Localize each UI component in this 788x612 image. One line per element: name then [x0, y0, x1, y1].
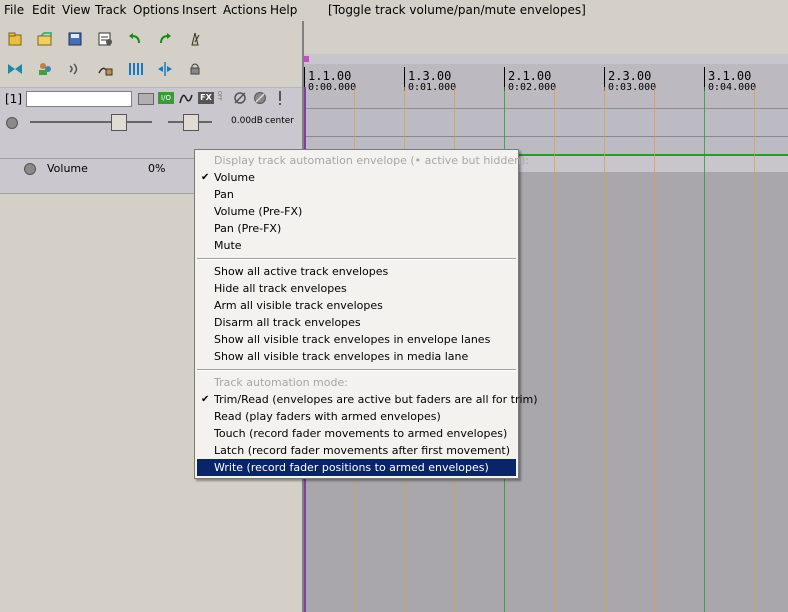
envelope-value: 0%: [148, 162, 166, 175]
grid-line: [704, 87, 705, 612]
menu-item-mute[interactable]: Mute: [197, 237, 516, 254]
time-label: 0:00.000: [308, 82, 357, 93]
record-arm-button[interactable]: [6, 117, 18, 129]
menu-separator: [197, 258, 516, 260]
toolbar-extension: [304, 21, 788, 54]
bar-label: 2.3.00: [608, 69, 652, 83]
volume-slider[interactable]: [30, 121, 152, 123]
menu-insert[interactable]: Insert: [182, 3, 216, 17]
metronome-icon[interactable]: [185, 29, 205, 49]
envelope-button[interactable]: [178, 91, 194, 105]
action-status-text: [Toggle track volume/pan/mute envelopes]: [328, 3, 586, 17]
phase-icon[interactable]: [233, 91, 247, 105]
menu-track[interactable]: Track: [95, 3, 126, 17]
time-label: 0:01.000: [408, 82, 457, 93]
menu-item-hide-all[interactable]: Hide all track envelopes: [197, 280, 516, 297]
fx-button[interactable]: FX: [198, 92, 214, 104]
menu-item-show-in-lanes[interactable]: Show all visible track envelopes in enve…: [197, 331, 516, 348]
track-name-field[interactable]: [26, 91, 132, 107]
volume-readout: 0.00dB: [231, 116, 263, 126]
time-label: 0:02.000: [508, 82, 557, 93]
bar-label: 2.1.00: [508, 69, 552, 83]
ripple-edit-icon[interactable]: [5, 59, 25, 79]
undo-icon[interactable]: [125, 29, 145, 49]
bar-label: 3.1.00: [708, 69, 752, 83]
grid-line: [554, 87, 555, 612]
envelope-context-menu: Display track automation envelope (• act…: [194, 149, 538, 479]
track-number: [1]: [5, 92, 22, 106]
timeline-ruler[interactable]: 1.1.00 0:00.000 1.3.00 0:01.000 2.1.00 0…: [304, 54, 788, 109]
grid-line: [604, 87, 605, 612]
save-project-icon[interactable]: [65, 29, 85, 49]
envelope-lock-icon[interactable]: [95, 59, 115, 79]
menu-header-automation-mode: Track automation mode:: [214, 376, 348, 389]
folder-icon[interactable]: [138, 93, 154, 105]
io-button[interactable]: I/O: [158, 92, 174, 104]
grid-line: [654, 87, 655, 612]
menu-item-pan[interactable]: Pan: [197, 186, 516, 203]
menu-options[interactable]: Options: [133, 3, 179, 17]
play-cursor-marker: [304, 56, 309, 62]
envelope-arm-button[interactable]: [24, 163, 36, 175]
menu-item-mode-read[interactable]: Read (play faders with armed envelopes): [197, 408, 516, 425]
group-icon[interactable]: [35, 59, 55, 79]
menu-item-arm-all-visible[interactable]: Arm all visible track envelopes: [197, 297, 516, 314]
time-label: 0:03.000: [608, 82, 657, 93]
pan-readout: center: [265, 116, 294, 126]
envelope-icon: [179, 94, 193, 104]
menu-file[interactable]: File: [4, 3, 24, 17]
menu-item-mode-trim-read[interactable]: ✔ Trim/Read (envelopes are active but fad…: [197, 391, 538, 408]
menu-edit[interactable]: Edit: [32, 3, 55, 17]
grid-line: [754, 87, 755, 612]
menu-item-mode-write[interactable]: Write (record fader positions to armed e…: [197, 459, 516, 476]
checkmark-icon: ✔: [201, 394, 210, 405]
menu-header-display-envelope: Display track automation envelope (• act…: [214, 154, 530, 167]
snap-icon[interactable]: [155, 59, 175, 79]
solo-icon[interactable]: [276, 91, 284, 107]
volume-slider-thumb[interactable]: [111, 114, 127, 131]
new-project-icon[interactable]: [5, 29, 25, 49]
menu-item-show-in-media-lane[interactable]: Show all visible track envelopes in medi…: [197, 348, 516, 365]
time-label: 0:04.000: [708, 82, 757, 93]
envelope-name: Volume: [47, 162, 88, 175]
menu-view[interactable]: View: [62, 3, 90, 17]
menu-item-volume[interactable]: ✔ Volume: [197, 169, 516, 186]
bar-label: 1.1.00: [308, 69, 352, 83]
track-lane-divider: [304, 136, 788, 137]
mute-icon[interactable]: [253, 91, 267, 105]
menu-item-show-all-active[interactable]: Show all active track envelopes: [197, 263, 516, 280]
menu-item-pan-pre-fx[interactable]: Pan (Pre-FX): [197, 220, 516, 237]
menu-item-volume-pre-fx[interactable]: Volume (Pre-FX): [197, 203, 516, 220]
redo-icon[interactable]: [155, 29, 175, 49]
ruler-region-lane: [304, 54, 788, 64]
menu-bar: File Edit View Track Options Insert Acti…: [0, 0, 788, 21]
open-project-icon[interactable]: [35, 29, 55, 49]
menu-actions[interactable]: Actions: [223, 3, 267, 17]
pan-slider-thumb[interactable]: [183, 114, 199, 131]
menu-item-mode-latch[interactable]: Latch (record fader movements after firs…: [197, 442, 516, 459]
bar-label: 1.3.00: [408, 69, 452, 83]
menu-separator: [197, 369, 516, 371]
fx-bypass-label: OFF: [216, 91, 222, 101]
menu-item-disarm-all[interactable]: Disarm all track envelopes: [197, 314, 516, 331]
menu-item-mode-touch[interactable]: Touch (record fader movements to armed e…: [197, 425, 516, 442]
lock-icon[interactable]: [185, 59, 205, 79]
grid-icon[interactable]: [125, 59, 145, 79]
project-settings-icon[interactable]: [95, 29, 115, 49]
menu-help[interactable]: Help: [270, 3, 297, 17]
auto-crossfade-icon[interactable]: [65, 59, 85, 79]
checkmark-icon: ✔: [201, 172, 210, 183]
